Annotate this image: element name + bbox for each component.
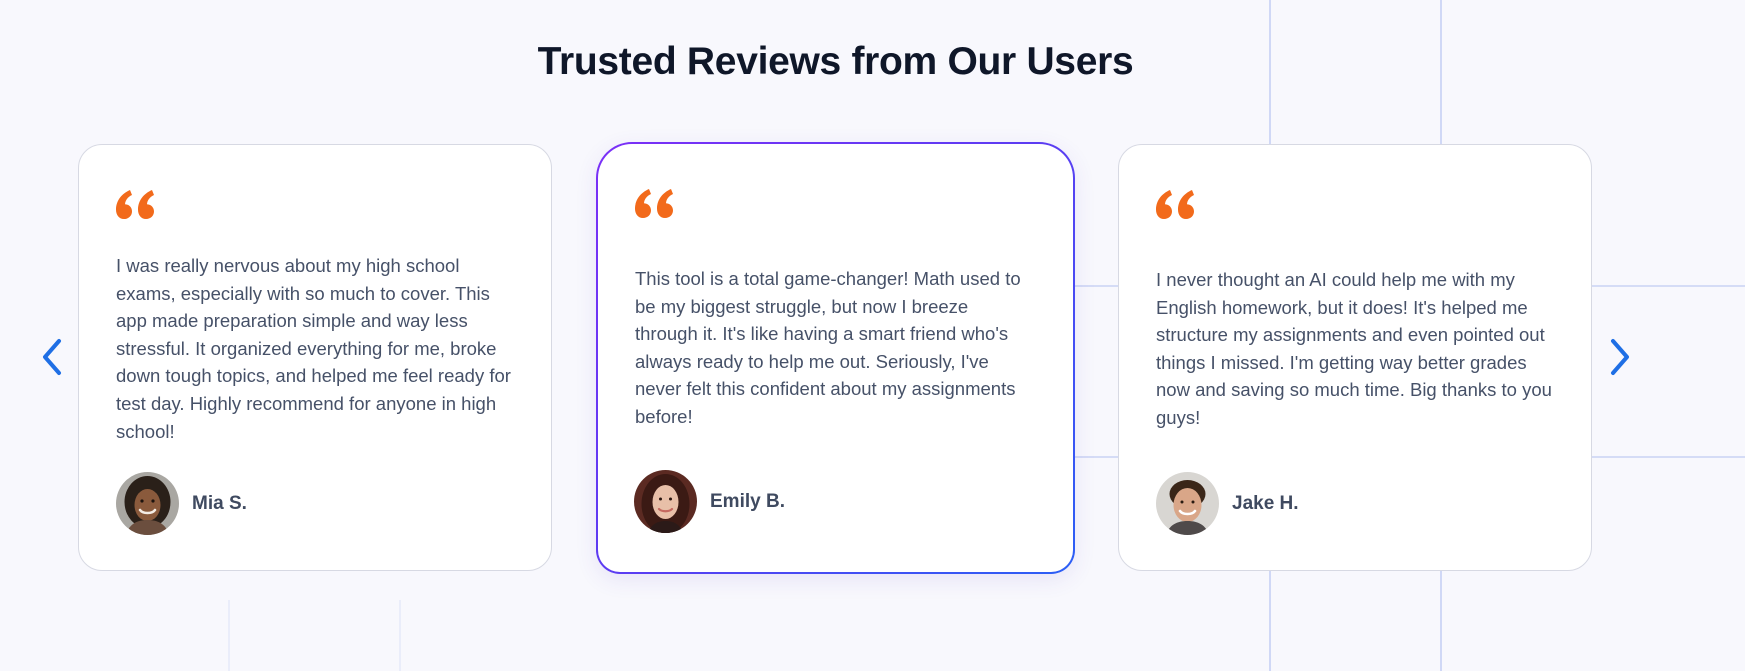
carousel-next-button[interactable] <box>1603 335 1637 379</box>
review-card: I was really nervous about my high schoo… <box>78 144 552 571</box>
author-name: Jake H. <box>1232 492 1299 514</box>
avatar <box>116 472 179 535</box>
review-author: Emily B. <box>634 470 785 533</box>
review-author: Mia S. <box>116 472 247 535</box>
author-name: Emily B. <box>710 490 785 512</box>
section-title: Trusted Reviews from Our Users <box>537 40 1134 83</box>
quote-icon <box>635 189 673 218</box>
review-text: I never thought an AI could help me with… <box>1156 269 1552 428</box>
quote-icon <box>1156 190 1194 219</box>
avatar <box>634 470 697 533</box>
carousel-prev-button[interactable] <box>35 335 69 379</box>
review-text: I was really nervous about my high schoo… <box>116 255 511 442</box>
chevron-right-icon <box>1611 339 1629 375</box>
quote-icon <box>116 190 154 219</box>
review-author: Jake H. <box>1156 472 1299 535</box>
chevron-left-icon <box>43 339 61 375</box>
author-name: Mia S. <box>192 492 247 514</box>
review-text: This tool is a total game-changer! Math … <box>635 268 1021 427</box>
avatar <box>1156 472 1219 535</box>
review-card: I never thought an AI could help me with… <box>1118 144 1592 571</box>
review-card-featured: This tool is a total game-changer! Math … <box>596 142 1075 574</box>
